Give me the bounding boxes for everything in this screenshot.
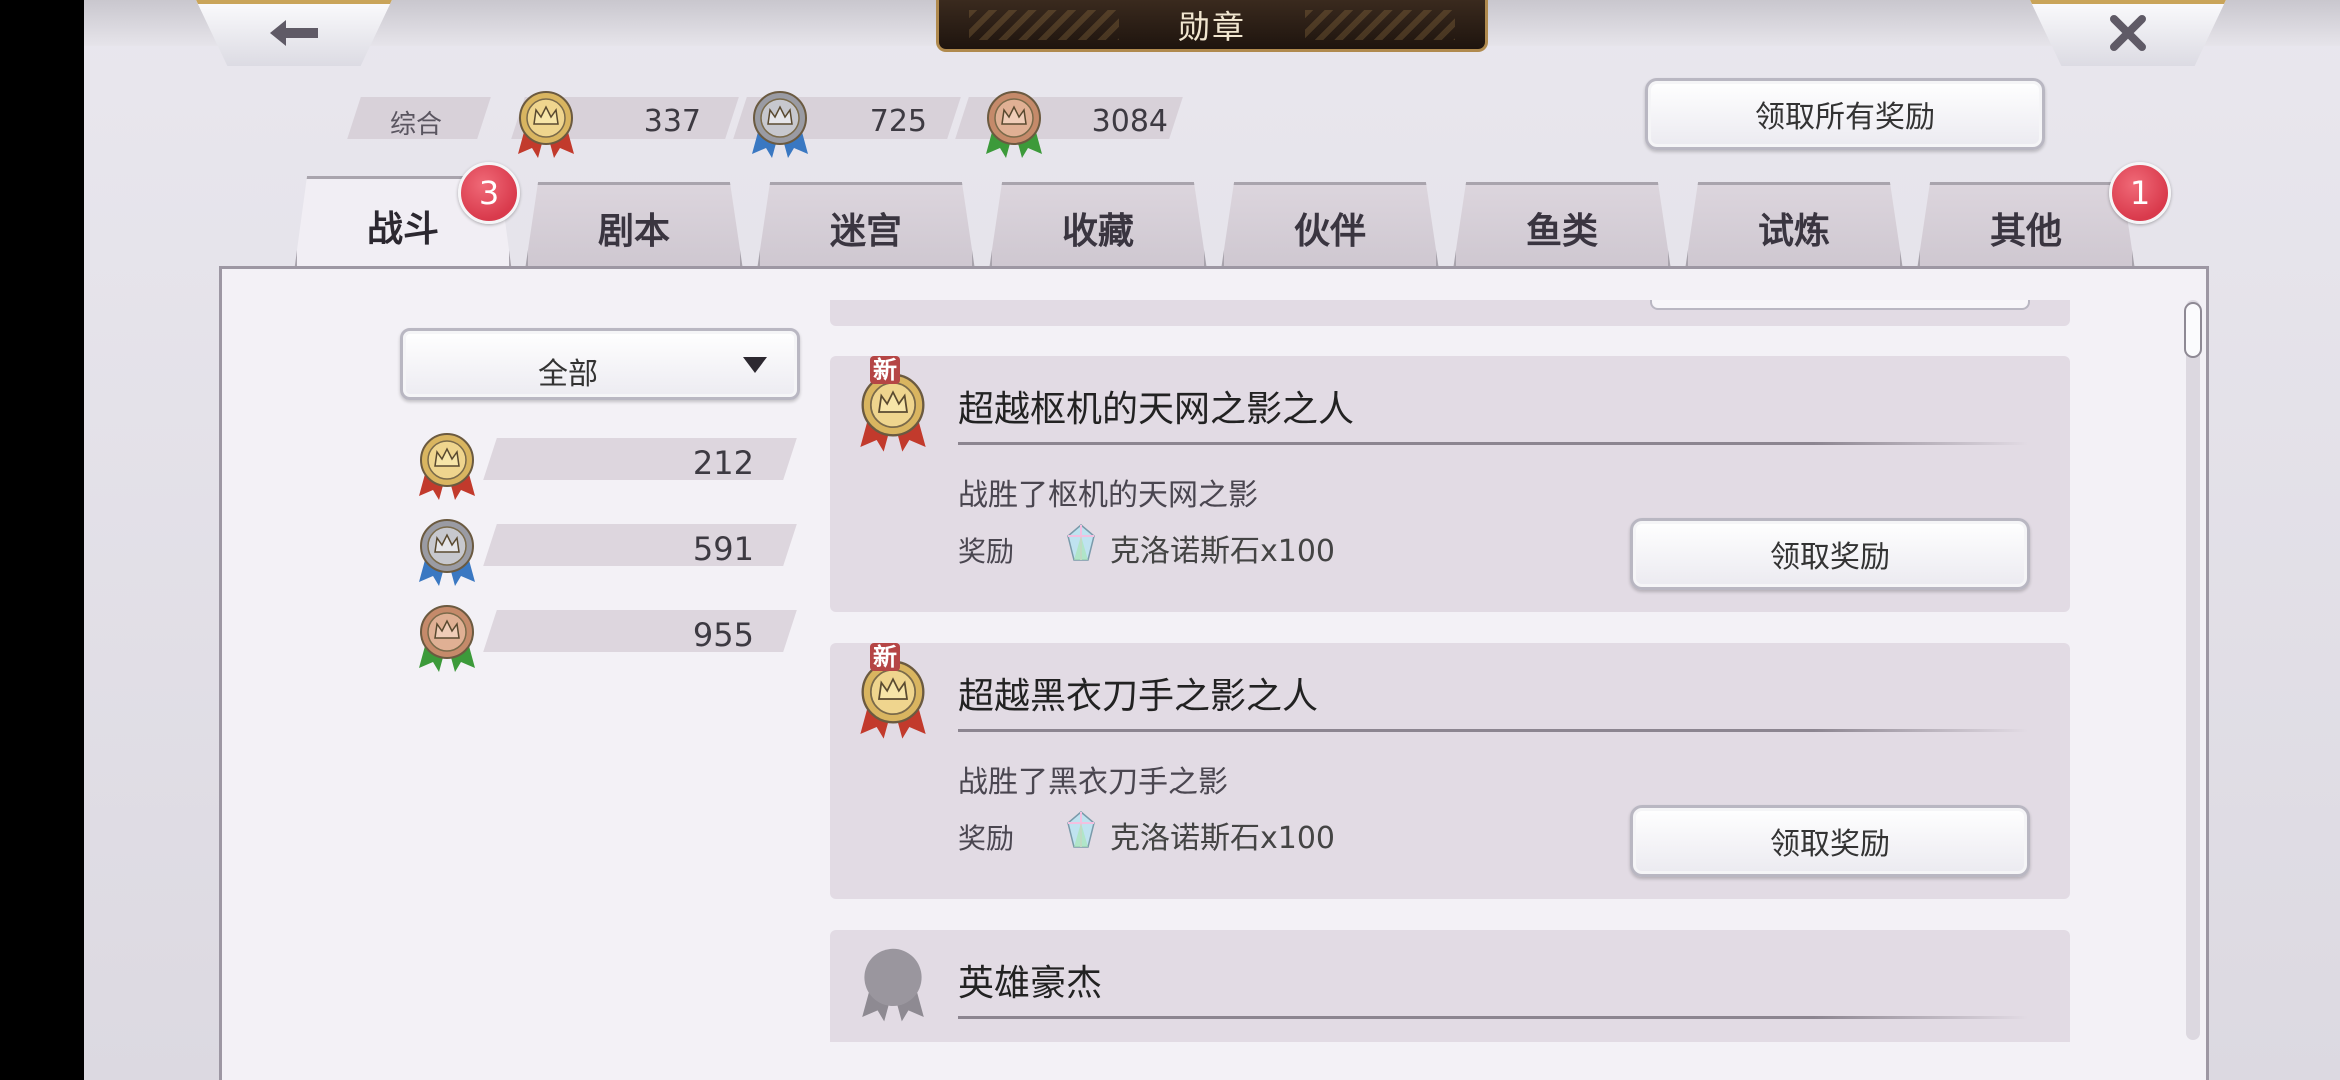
scrollbar-thumb[interactable]: [2184, 302, 2202, 358]
medal-title: 超越枢机的天网之影之人: [958, 389, 1355, 430]
gold-medal-icon: [417, 430, 477, 502]
reward-label: 奖励: [958, 535, 1015, 568]
scrollbar-track[interactable]: [2186, 300, 2200, 1040]
gold-medal-icon: [516, 88, 576, 160]
medal-list[interactable]: 新 超越枢机的天网之影之人 战胜了枢机的天网之影 奖励 克洛诺斯石x100 领取…: [830, 300, 2160, 1042]
gold-count: 212: [692, 444, 754, 482]
tab-other-badge: 1: [2109, 162, 2171, 224]
medal-title: 超越黑衣刀手之影之人: [958, 676, 1319, 717]
tab-fish[interactable]: 鱼类: [1453, 182, 1671, 270]
tab-partner[interactable]: 伙伴: [1221, 182, 1439, 270]
list-item: 新 超越黑衣刀手之影之人 战胜了黑衣刀手之影 奖励 克洛诺斯石x100 领取奖励: [830, 643, 2070, 899]
reward-label: 奖励: [958, 822, 1015, 855]
close-button[interactable]: [2030, 0, 2226, 66]
tab-collection[interactable]: 收藏: [989, 182, 1207, 270]
silver-medal-icon: [750, 88, 810, 160]
chronos-stone-icon: [1067, 811, 1095, 848]
title-plate: 勋章: [936, 0, 1488, 52]
summary-label: 综合: [390, 110, 443, 140]
medal-description: 战胜了黑衣刀手之影: [958, 765, 1228, 800]
medal-screen: 勋章 综合 337 725 3084 领取所有奖励 战斗 剧本 迷宫 收藏 伙伴…: [84, 0, 2340, 1080]
claim-reward-button[interactable]: 领取奖励: [1630, 518, 2030, 590]
claim-all-button[interactable]: 领取所有奖励: [1645, 78, 2045, 150]
gold-total: 337: [643, 104, 701, 139]
tab-labyrinth[interactable]: 迷宫: [757, 182, 975, 270]
arrow-left-icon: [270, 20, 318, 46]
medal-description: 战胜了枢机的天网之影: [958, 478, 1258, 513]
reward-text: 克洛诺斯石x100: [1110, 534, 1336, 569]
new-badge: 新: [870, 356, 900, 384]
tab-trial[interactable]: 试炼: [1685, 182, 1903, 270]
reward-text: 克洛诺斯石x100: [1110, 821, 1336, 856]
new-badge: 新: [870, 643, 900, 671]
tab-battle-badge: 3: [458, 162, 520, 224]
locked-medal-icon: [862, 948, 924, 1022]
list-item: 新 超越枢机的天网之影之人 战胜了枢机的天网之影 奖励 克洛诺斯石x100 领取…: [830, 356, 2070, 612]
silver-total: 725: [869, 104, 927, 139]
tab-script[interactable]: 剧本: [525, 182, 743, 270]
page-title: 勋章: [1177, 7, 1246, 46]
list-item: 英雄豪杰: [830, 930, 2070, 1042]
silver-count: 591: [692, 530, 754, 568]
bronze-count: 955: [692, 616, 754, 654]
back-button[interactable]: [196, 0, 392, 66]
chevron-down-icon: [743, 357, 767, 373]
filter-dropdown[interactable]: 全部: [400, 328, 800, 400]
tab-other[interactable]: 其他: [1917, 182, 2135, 270]
list-item: [830, 300, 2070, 326]
filter-selected: 全部: [538, 357, 598, 392]
bronze-medal-icon: [984, 88, 1044, 160]
medal-title: 英雄豪杰: [958, 963, 1103, 1004]
claim-reward-button[interactable]: 领取奖励: [1630, 805, 2030, 877]
close-x-icon: [2110, 15, 2146, 51]
bronze-medal-icon: [417, 602, 477, 674]
bronze-total: 3084: [1091, 104, 1168, 139]
chronos-stone-icon: [1067, 524, 1095, 561]
silver-medal-icon: [417, 516, 477, 588]
